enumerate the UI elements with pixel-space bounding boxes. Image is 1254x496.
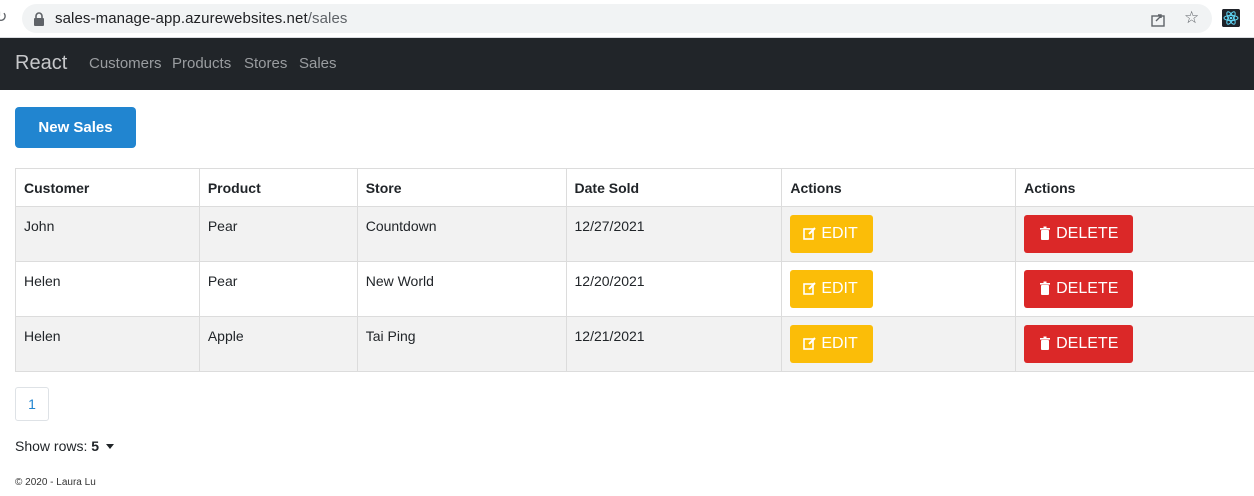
- show-rows-selector[interactable]: Show rows: 5: [15, 438, 114, 454]
- delete-button[interactable]: DELETE: [1024, 270, 1134, 308]
- url-path: /sales: [307, 10, 348, 27]
- address-bar[interactable]: sales-manage-app.azurewebsites.net/sales…: [22, 4, 1212, 33]
- header-actions-delete: Actions: [1015, 168, 1254, 207]
- new-sales-button[interactable]: New Sales: [15, 107, 136, 148]
- reload-icon[interactable]: ↻: [0, 9, 8, 27]
- cell-date: 12/27/2021: [565, 206, 783, 262]
- cell-delete: DELETE: [1015, 206, 1254, 262]
- cell-product: Pear: [198, 206, 358, 262]
- edit-button[interactable]: EDIT: [790, 325, 874, 363]
- cell-customer: Helen: [15, 261, 200, 317]
- header-date-sold[interactable]: Date Sold: [565, 168, 783, 207]
- edit-label: EDIT: [821, 225, 858, 242]
- cell-date: 12/21/2021: [565, 316, 783, 372]
- trash-icon: [1040, 336, 1051, 350]
- cell-store: Tai Ping: [356, 316, 567, 372]
- bookmark-star-icon[interactable]: ☆: [1184, 8, 1199, 28]
- browser-toolbar: ↻ sales-manage-app.azurewebsites.net/sal…: [0, 0, 1254, 38]
- show-rows-label: Show rows:: [15, 438, 88, 454]
- sales-table: Customer Product Store Date Sold Actions…: [15, 168, 1254, 372]
- delete-label: DELETE: [1056, 225, 1119, 242]
- cell-customer: John: [15, 206, 200, 262]
- edit-button[interactable]: EDIT: [790, 215, 874, 253]
- delete-label: DELETE: [1056, 280, 1119, 297]
- cell-date: 12/20/2021: [565, 261, 783, 317]
- footer-copyright: © 2020 - Laura Lu: [15, 477, 96, 488]
- edit-label: EDIT: [821, 280, 858, 297]
- header-actions-edit: Actions: [781, 168, 1017, 207]
- caret-down-icon[interactable]: [105, 444, 114, 449]
- nav-link-stores[interactable]: Stores: [244, 55, 287, 72]
- cell-edit: EDIT: [781, 316, 1017, 372]
- nav-link-customers[interactable]: Customers: [89, 55, 162, 72]
- cell-delete: DELETE: [1015, 316, 1254, 372]
- cell-product: Apple: [198, 316, 358, 372]
- cell-edit: EDIT: [781, 261, 1017, 317]
- table-row: John Pear Countdown 12/27/2021 EDIT DELE…: [15, 206, 1254, 262]
- edit-icon: [803, 337, 817, 350]
- url-host: sales-manage-app.azurewebsites.net: [55, 10, 308, 27]
- edit-label: EDIT: [821, 335, 858, 352]
- trash-icon: [1040, 281, 1051, 295]
- lock-icon: [34, 12, 44, 26]
- cell-customer: Helen: [15, 316, 200, 372]
- nav-link-sales[interactable]: Sales: [299, 55, 337, 72]
- header-product[interactable]: Product: [198, 168, 358, 207]
- delete-label: DELETE: [1056, 335, 1119, 352]
- table-row: Helen Apple Tai Ping 12/21/2021 EDIT DEL…: [15, 316, 1254, 372]
- cell-delete: DELETE: [1015, 261, 1254, 317]
- edit-icon: [803, 227, 817, 240]
- cell-store: New World: [356, 261, 567, 317]
- table-header-row: Customer Product Store Date Sold Actions…: [15, 168, 1254, 207]
- react-devtools-extension-icon[interactable]: [1222, 9, 1240, 27]
- header-customer[interactable]: Customer: [15, 168, 200, 207]
- delete-button[interactable]: DELETE: [1024, 325, 1134, 363]
- show-rows-value[interactable]: 5: [91, 438, 99, 454]
- navbar-brand[interactable]: React: [15, 52, 67, 75]
- edit-icon: [803, 282, 817, 295]
- table-row: Helen Pear New World 12/20/2021 EDIT DEL…: [15, 261, 1254, 317]
- trash-icon: [1040, 226, 1051, 240]
- nav-link-products[interactable]: Products: [172, 55, 231, 72]
- header-store[interactable]: Store: [356, 168, 567, 207]
- app-navbar: React Customers Products Stores Sales: [0, 38, 1254, 90]
- cell-store: Countdown: [356, 206, 567, 262]
- share-icon[interactable]: [1150, 11, 1166, 27]
- delete-button[interactable]: DELETE: [1024, 215, 1134, 253]
- edit-button[interactable]: EDIT: [790, 270, 874, 308]
- url-text: sales-manage-app.azurewebsites.net/sales: [55, 10, 348, 27]
- pagination-page-1[interactable]: 1: [15, 387, 49, 421]
- cell-product: Pear: [198, 261, 358, 317]
- cell-edit: EDIT: [781, 206, 1017, 262]
